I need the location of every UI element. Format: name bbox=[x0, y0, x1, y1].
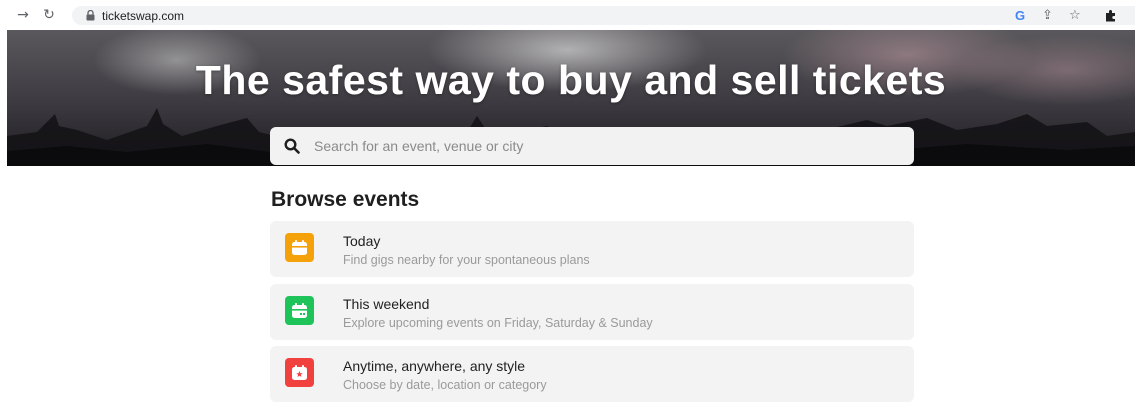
star-calendar-icon bbox=[285, 358, 314, 387]
event-search-input[interactable]: Search for an event, venue or city bbox=[270, 127, 914, 165]
browse-item-subtitle: Explore upcoming events on Friday, Satur… bbox=[343, 316, 653, 330]
reload-icon[interactable]: ↻ bbox=[40, 6, 58, 24]
hero-title: The safest way to buy and sell tickets bbox=[195, 57, 947, 103]
browse-item-today[interactable]: Today Find gigs nearby for your spontane… bbox=[270, 221, 914, 277]
search-placeholder: Search for an event, venue or city bbox=[314, 138, 524, 154]
calendar-weekend-icon bbox=[285, 296, 314, 325]
google-icon[interactable]: G bbox=[1015, 7, 1025, 24]
share-icon[interactable]: ⇪ bbox=[1042, 7, 1053, 24]
browse-item-anytime[interactable]: Anytime, anywhere, any style Choose by d… bbox=[270, 346, 914, 402]
browse-item-title: Today bbox=[343, 233, 381, 249]
calendar-icon bbox=[285, 233, 314, 262]
bookmark-star-icon[interactable]: ☆ bbox=[1069, 7, 1081, 24]
browse-item-subtitle: Find gigs nearby for your spontaneous pl… bbox=[343, 253, 590, 267]
forward-icon[interactable]: → bbox=[14, 6, 32, 24]
address-bar[interactable]: ticketswap.com G ⇪ ☆ bbox=[72, 6, 1135, 25]
extensions-icon[interactable] bbox=[1104, 9, 1117, 22]
browse-item-title: Anytime, anywhere, any style bbox=[343, 358, 526, 374]
browse-events-heading: Browse events bbox=[271, 188, 420, 211]
url-text: ticketswap.com bbox=[102, 9, 185, 23]
browse-item-title: This weekend bbox=[343, 296, 430, 312]
lock-icon bbox=[86, 10, 95, 21]
search-icon bbox=[284, 138, 300, 154]
browser-toolbar: → ↻ ticketswap.com G ⇪ ☆ bbox=[0, 0, 1135, 30]
browse-item-subtitle: Choose by date, location or category bbox=[343, 378, 547, 392]
browse-item-this-weekend[interactable]: This weekend Explore upcoming events on … bbox=[270, 284, 914, 340]
